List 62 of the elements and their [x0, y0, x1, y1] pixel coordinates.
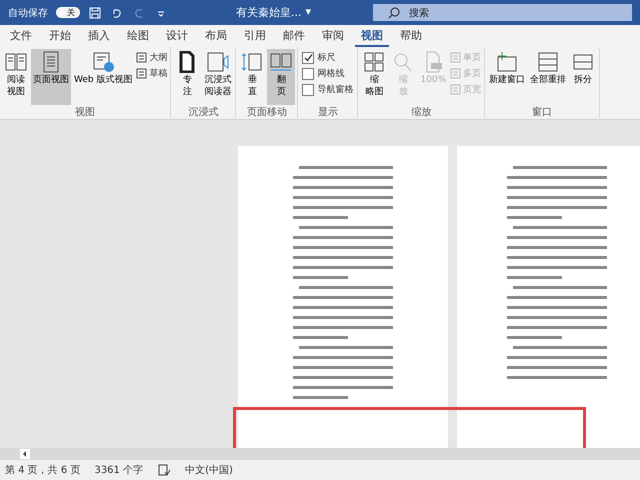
- checkbox-label: 标尺: [317, 52, 336, 64]
- ribbon-button[interactable]: 缩 略图: [360, 49, 388, 105]
- ribbon-tab[interactable]: 邮件: [277, 26, 311, 46]
- group-label: 视图: [74, 106, 96, 118]
- ribbon-tab[interactable]: 设计: [160, 26, 194, 46]
- checkbox-label: 导航窗格: [317, 84, 354, 96]
- ribbon-tab[interactable]: 引用: [238, 26, 272, 46]
- ribbon-small-button[interactable]: 大纲: [135, 50, 168, 65]
- autosave-label: 自动保存: [8, 6, 48, 20]
- ribbon-tab[interactable]: 审阅: [316, 26, 350, 46]
- checkbox[interactable]: [302, 68, 314, 80]
- checkbox-option[interactable]: 导航窗格: [300, 82, 356, 97]
- grid-icon: [362, 51, 386, 73]
- ribbon-tab[interactable]: 开始: [43, 26, 77, 46]
- lines-icon: [450, 52, 462, 63]
- ribbon-tab[interactable]: 布局: [199, 26, 233, 46]
- ribbon-tab[interactable]: 绘图: [121, 26, 155, 46]
- language[interactable]: 中文(中国): [185, 463, 233, 477]
- document-title[interactable]: 有关秦始皇... ▾: [236, 5, 312, 20]
- ribbon-button[interactable]: 专 注: [173, 49, 202, 105]
- ribbon-button[interactable]: 垂 直: [238, 49, 266, 105]
- ribbon-tab[interactable]: 帮助: [394, 26, 428, 46]
- ribbon-button[interactable]: 翻 页: [267, 49, 296, 105]
- page-count[interactable]: 第 4 页，共 6 页: [5, 463, 80, 477]
- lines-icon: [450, 68, 462, 79]
- ribbon-tab[interactable]: 插入: [82, 26, 116, 46]
- search-field[interactable]: 搜索: [373, 4, 632, 21]
- scroll-left-icon[interactable]: [20, 449, 30, 459]
- stacked-windows-icon: [536, 51, 560, 73]
- checkbox-option[interactable]: 标尺: [300, 50, 356, 65]
- group-label: 沉浸式: [187, 106, 220, 118]
- lines-icon: [136, 52, 148, 63]
- save-icon[interactable]: [88, 6, 102, 20]
- checkbox-option[interactable]: 网格线: [300, 66, 356, 81]
- new-window-icon: [495, 51, 520, 73]
- ribbon-button[interactable]: 沉浸式 阅读器: [202, 49, 234, 105]
- ribbon-button[interactable]: Web 版式视图: [72, 49, 134, 105]
- checkbox[interactable]: [302, 52, 314, 64]
- vertical-scroll-icon: [240, 51, 264, 73]
- ribbon-button[interactable]: 全部重排: [528, 49, 568, 105]
- ribbon-button[interactable]: 阅读 视图: [2, 49, 30, 105]
- word-count[interactable]: 3361 个字: [94, 463, 144, 477]
- web-page-icon: [91, 51, 116, 73]
- side-by-side-pages-icon: [269, 51, 294, 73]
- group-label: 页面移动: [246, 106, 288, 118]
- checkbox-label: 网格线: [317, 68, 344, 80]
- ribbon-tab[interactable]: 文件: [4, 26, 38, 46]
- autosave-toggle[interactable]: 关: [56, 7, 80, 18]
- ribbon-button[interactable]: 页面视图: [31, 49, 71, 105]
- ribbon-small-button[interactable]: 草稿: [135, 66, 168, 81]
- group-label: 窗口: [531, 106, 554, 118]
- lines-icon: [450, 84, 462, 95]
- ribbon-button[interactable]: 新建窗口: [487, 49, 528, 105]
- book-icon: [4, 51, 28, 73]
- ribbon-button[interactable]: 拆分: [569, 49, 598, 105]
- group-label: 显示: [316, 106, 339, 118]
- search-icon: [387, 6, 401, 20]
- group-label: 缩放: [410, 106, 432, 118]
- checkbox[interactable]: [302, 84, 314, 96]
- lines-icon: [136, 68, 148, 79]
- proofing-icon[interactable]: [157, 463, 172, 477]
- speaker-page-icon: [206, 51, 230, 73]
